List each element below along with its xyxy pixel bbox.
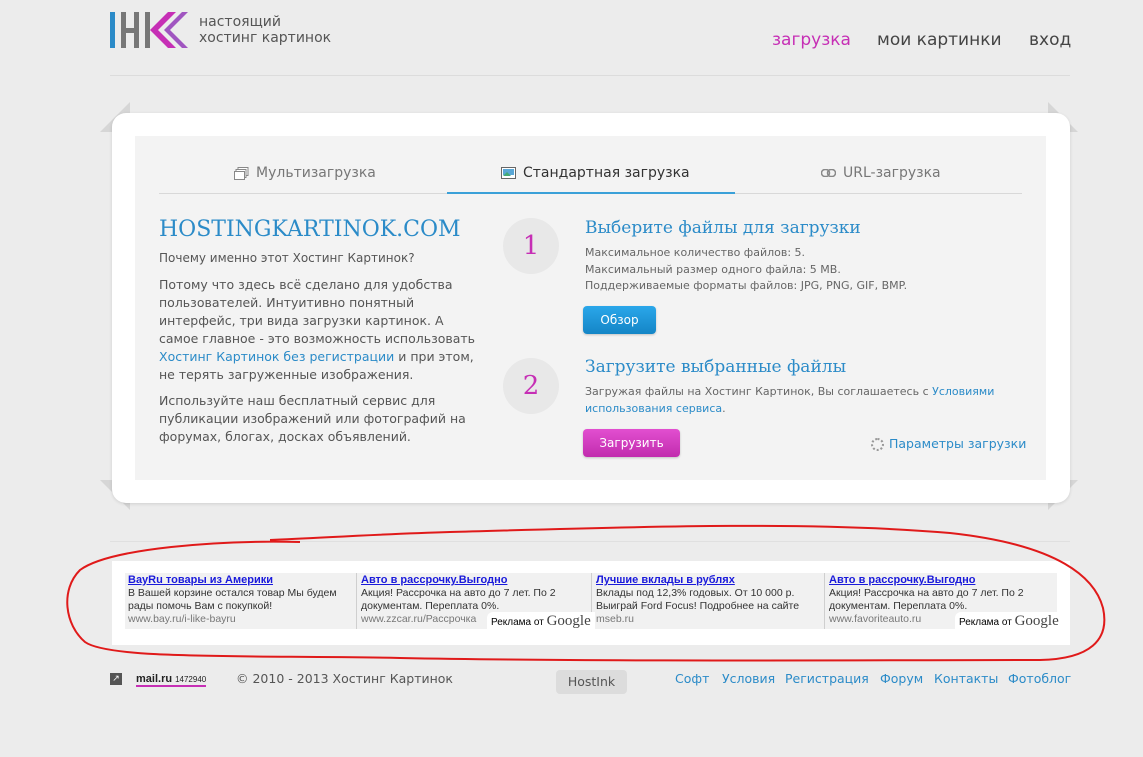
gear-icon <box>871 438 884 451</box>
site-logo[interactable] <box>110 12 190 52</box>
upload-params-link[interactable]: Параметры загрузки <box>871 436 1026 451</box>
tab-standard-upload[interactable]: Стандартная загрузка <box>501 165 690 181</box>
intro-paragraph-2: Используйте наш бесплатный сервис для пу… <box>159 393 466 444</box>
ad-url[interactable]: www.bay.ru/i-like-bayru <box>128 613 350 626</box>
step-1-info: Максимальное количество файлов: 5. Макси… <box>585 246 908 292</box>
step-1-badge: 1 <box>503 218 559 274</box>
image-icon <box>501 167 516 179</box>
footer-link-terms[interactable]: Условия <box>722 671 775 686</box>
mailru-counter[interactable]: mail.ru 1472940 <box>136 673 207 687</box>
footer-link-contacts[interactable]: Контакты <box>934 671 998 686</box>
ad-title-link[interactable]: Авто в рассрочку.Выгодно <box>829 574 1051 587</box>
ad-title-link[interactable]: Лучшие вклады в рублях <box>596 574 818 587</box>
nav-upload[interactable]: загрузка <box>772 30 851 50</box>
link-icon <box>821 169 836 177</box>
ads-by-google[interactable]: Реклама от Google <box>955 612 1063 630</box>
footer-link-forum[interactable]: Форум <box>880 671 923 686</box>
step-2-title: Загрузите выбранные файлы <box>585 357 847 377</box>
ad-title-link[interactable]: Авто в рассрочку.Выгодно <box>361 574 583 587</box>
ad-title-link[interactable]: BayRu товары из Америки <box>128 574 350 587</box>
multi-upload-icon <box>234 166 249 180</box>
nav-login[interactable]: вход <box>1029 30 1071 50</box>
ad-item: BayRu товары из Америки В Вашей корзине … <box>128 574 350 626</box>
nav-my-images[interactable]: мои картинки <box>877 30 1002 50</box>
external-arrow-icon[interactable]: ↗ <box>110 673 122 685</box>
site-tagline: настоящий хостинг картинок <box>199 14 332 46</box>
browse-button[interactable]: Обзор <box>583 306 656 334</box>
ad-separator <box>824 573 825 629</box>
ad-url[interactable]: mseb.ru <box>596 613 818 626</box>
ad-item: Лучшие вклады в рублях Вклады под 12,3% … <box>596 574 818 626</box>
site-title: HOSTINGKARTINOK.COM <box>159 217 461 242</box>
intro-paragraph: Потому что здесь всё сделано для удобств… <box>159 277 476 382</box>
tab-url-upload[interactable]: URL-загрузка <box>821 165 941 181</box>
ad-separator <box>356 573 357 629</box>
header-divider <box>110 75 1070 76</box>
copyright: © 2010 - 2013 Хостинг Картинок <box>236 671 453 686</box>
footer-link-photoblog[interactable]: Фотоблог <box>1008 671 1071 686</box>
hostink-button[interactable]: HostInk <box>556 670 627 694</box>
step-2-info: Загружая файлы на Хостинг Картинок, Вы с… <box>585 385 995 415</box>
footer-link-soft[interactable]: Софт <box>675 671 709 686</box>
ads-by-google[interactable]: Реклама от Google <box>487 612 595 630</box>
footer-link-register[interactable]: Регистрация <box>785 671 869 686</box>
active-tab-indicator <box>447 192 735 194</box>
tab-multi-upload[interactable]: Мультизагрузка <box>234 165 376 181</box>
ads-divider <box>110 541 1070 542</box>
intro-question: Почему именно этот Хостинг Картинок? <box>159 251 415 265</box>
upload-button[interactable]: Загрузить <box>583 429 680 457</box>
no-registration-link[interactable]: Хостинг Картинок без регистрации <box>159 349 394 364</box>
step-1-title: Выберите файлы для загрузки <box>585 218 861 238</box>
step-2-badge: 2 <box>503 358 559 414</box>
